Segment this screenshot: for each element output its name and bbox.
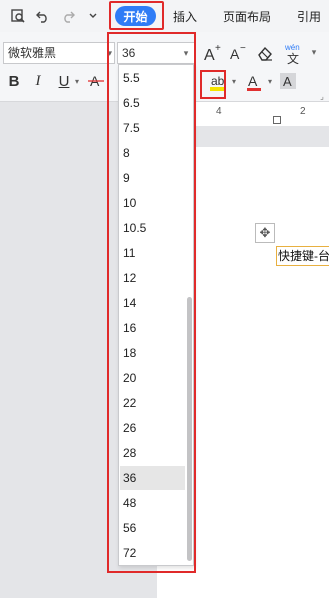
- font-size-highlight-box: [107, 32, 196, 573]
- chevron-down-icon[interactable]: ▾: [266, 74, 274, 88]
- font-color-icon: A: [247, 73, 261, 91]
- tab-page-layout[interactable]: 页面布局: [223, 8, 271, 25]
- chevron-down-icon[interactable]: ▾: [309, 46, 319, 58]
- dialog-launcher-icon[interactable]: ⌟: [318, 92, 326, 101]
- svg-text:wén: wén: [284, 43, 300, 52]
- font-color-button[interactable]: A: [244, 70, 264, 94]
- svg-text:A: A: [204, 47, 215, 64]
- redo-icon[interactable]: [58, 6, 78, 26]
- document-text[interactable]: 快捷键-台: [276, 246, 329, 266]
- ruler-tick: 4: [216, 106, 222, 117]
- customize-dropdown-icon[interactable]: [83, 6, 103, 26]
- shrink-font-icon: A −: [230, 43, 246, 62]
- underline-button[interactable]: U: [54, 70, 74, 92]
- shrink-font-button[interactable]: A −: [227, 42, 249, 64]
- grow-font-icon: A +: [204, 43, 221, 64]
- italic-button[interactable]: I: [28, 70, 48, 92]
- tab-highlight-box: [109, 1, 164, 30]
- char-shading-button[interactable]: A: [278, 70, 298, 92]
- grow-font-button[interactable]: A +: [201, 40, 224, 66]
- svg-text:A: A: [283, 74, 292, 89]
- ribbon-tab-bar: 开始 插入 页面布局 引用: [0, 0, 329, 32]
- svg-text:文: 文: [287, 51, 299, 65]
- tab-insert[interactable]: 插入: [173, 8, 197, 25]
- print-preview-icon[interactable]: [8, 6, 28, 26]
- ruler-tick: 2: [300, 106, 306, 117]
- indent-marker[interactable]: [273, 116, 281, 124]
- strikethrough-icon: A: [88, 73, 104, 89]
- chevron-down-icon[interactable]: ▾: [73, 74, 81, 88]
- grow-font-highlight-box: [200, 70, 226, 99]
- pinyin-guide-button[interactable]: wén 文: [281, 40, 309, 66]
- char-shading-icon: A: [280, 73, 296, 89]
- move-handle-icon[interactable]: ✥: [255, 223, 275, 243]
- eraser-icon: [258, 46, 272, 61]
- font-name-select[interactable]: 微软雅黑 ▾: [3, 42, 115, 64]
- svg-text:+: +: [215, 43, 221, 54]
- undo-icon[interactable]: [33, 6, 53, 26]
- clear-format-button[interactable]: [254, 42, 276, 64]
- font-name-value: 微软雅黑: [8, 46, 57, 60]
- strikethrough-button[interactable]: A: [86, 70, 106, 92]
- bold-button[interactable]: B: [4, 70, 24, 92]
- svg-text:A: A: [230, 46, 240, 62]
- tab-references[interactable]: 引用: [297, 8, 321, 25]
- svg-text:A: A: [248, 73, 258, 89]
- svg-text:−: −: [240, 43, 246, 54]
- chevron-down-icon[interactable]: ▾: [230, 74, 238, 88]
- pinyin-icon: wén文: [284, 43, 300, 65]
